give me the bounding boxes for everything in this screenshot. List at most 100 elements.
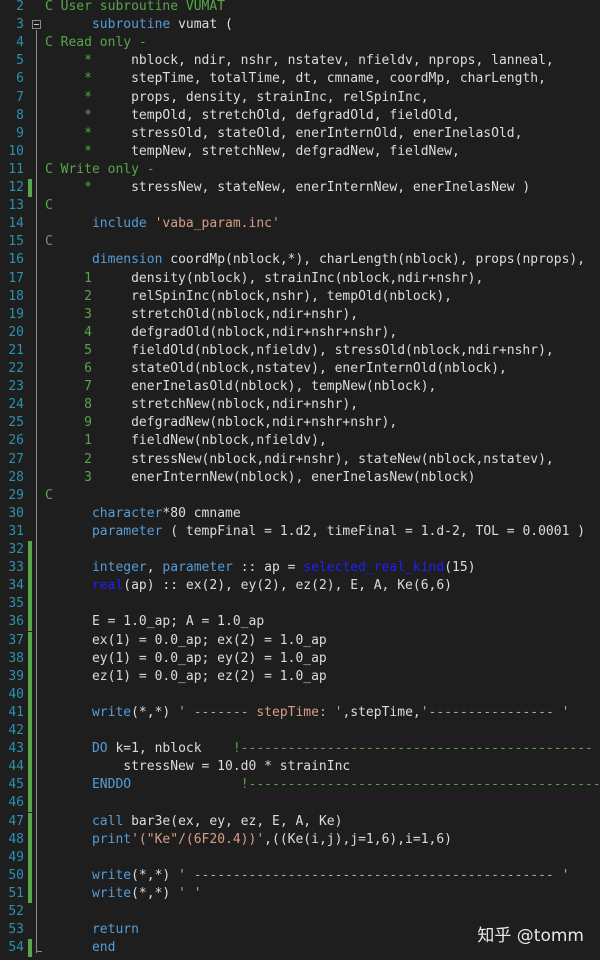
code-line[interactable]: 8 * tempOld, stretchOld, defgradOld, fie… bbox=[0, 107, 600, 125]
code-line[interactable]: 23 7 enerInelasOld(nblock), tempNew(nblo… bbox=[0, 378, 600, 396]
line-number: 4 bbox=[16, 35, 24, 51]
change-marker bbox=[28, 559, 32, 578]
line-number: 48 bbox=[8, 831, 24, 847]
line-number: 31 bbox=[8, 523, 24, 539]
line-number: 40 bbox=[8, 686, 24, 702]
code-line[interactable]: 29 C bbox=[0, 487, 600, 505]
code-line[interactable]: 51 write(*,*) ' ' bbox=[0, 884, 600, 903]
code-line[interactable]: 32 bbox=[0, 541, 600, 560]
code-line[interactable]: 27 2 stressNew(nblock,ndir+nshr), stateN… bbox=[0, 451, 600, 469]
change-marker bbox=[28, 541, 32, 560]
code-text: * stepTime, totalTime, dt, cmname, coord… bbox=[84, 71, 546, 87]
code-line[interactable]: 41 write(*,*) ' ------- stepTime: ',step… bbox=[0, 703, 600, 722]
change-marker bbox=[28, 884, 32, 903]
code-text: 8 stretchNew(nblock,ndir+nshr), bbox=[84, 397, 359, 413]
code-text: C Write only - bbox=[45, 161, 155, 177]
line-number: 12 bbox=[8, 180, 24, 195]
code-line[interactable]: 15 C bbox=[0, 233, 600, 251]
line-number: 52 bbox=[8, 904, 24, 919]
code-editor[interactable]: 2 C User subroutine VUMAT 3 subroutine vum… bbox=[0, 0, 600, 960]
line-number: 34 bbox=[8, 578, 24, 594]
code-line[interactable]: 5 * nblock, ndir, nshr, nstatev, nfieldv… bbox=[0, 52, 600, 70]
code-text: ez(1) = 0.0_ap; ez(2) = 1.0_ap bbox=[45, 668, 327, 684]
code-line[interactable]: 6 * stepTime, totalTime, dt, cmname, coo… bbox=[0, 70, 600, 88]
code-line[interactable]: 45 ENDDO !------------------------------… bbox=[0, 776, 600, 795]
code-line[interactable]: 34 real(ap) :: ex(2), ey(2), ez(2), E, A… bbox=[0, 577, 600, 596]
code-text: * stressOld, stateOld, enerInternOld, en… bbox=[84, 125, 523, 141]
line-number: 21 bbox=[8, 342, 24, 358]
code-line[interactable]: 36 E = 1.0_ap; A = 1.0_ap bbox=[0, 613, 600, 632]
code-line[interactable]: 2 C User subroutine VUMAT bbox=[0, 0, 600, 16]
line-number: 33 bbox=[8, 560, 24, 576]
fold-guide-line bbox=[36, 30, 37, 954]
code-text: 5 fieldOld(nblock,nfieldv), stressOld(nb… bbox=[84, 342, 554, 358]
code-text: 3 enerInternNew(nblock), enerInelasNew(n… bbox=[84, 469, 476, 485]
code-text: ex(1) = 0.0_ap; ex(2) = 1.0_ap bbox=[45, 632, 327, 648]
code-line[interactable]: 42 bbox=[0, 722, 600, 741]
code-line[interactable]: 11 C Write only - bbox=[0, 161, 600, 179]
code-line[interactable]: 35 bbox=[0, 595, 600, 614]
code-line[interactable]: 47 call bar3e(ex, ey, ez, E, A, Ke) bbox=[0, 812, 600, 831]
code-line[interactable]: 40 bbox=[0, 685, 600, 704]
code-line[interactable]: 13 C bbox=[0, 197, 600, 215]
code-text: write(*,*) ' ---------------------------… bbox=[91, 867, 570, 883]
code-text: stressNew = 10.d0 * strainInc bbox=[45, 759, 351, 775]
code-line[interactable]: 49 bbox=[0, 848, 600, 867]
change-marker bbox=[28, 685, 32, 704]
code-line[interactable]: 39 ez(1) = 0.0_ap; ez(2) = 1.0_ap bbox=[0, 667, 600, 686]
code-line[interactable]: 33 integer, parameter :: ap = selected_r… bbox=[0, 559, 600, 578]
line-number: 54 bbox=[8, 940, 24, 956]
code-text: 1 density(nblock), strainInc(nblock,ndir… bbox=[84, 270, 484, 286]
change-marker bbox=[28, 794, 32, 813]
code-line[interactable]: 25 9 defgradNew(nblock,ndir+nshr+nshr), bbox=[0, 414, 600, 432]
code-text: C bbox=[45, 198, 53, 214]
code-text: integer, parameter :: ap = selected_real… bbox=[91, 560, 476, 576]
change-marker bbox=[28, 812, 32, 831]
code-line[interactable]: 14 include 'vaba_param.inc' bbox=[0, 215, 600, 233]
line-number: 15 bbox=[8, 234, 24, 250]
code-text: C User subroutine VUMAT bbox=[45, 0, 226, 14]
line-number: 39 bbox=[8, 668, 24, 684]
code-line[interactable]: 26 1 fieldNew(nblock,nfieldv), bbox=[0, 432, 600, 450]
line-number: 26 bbox=[8, 433, 24, 449]
code-line[interactable]: 20 4 defgradOld(nblock,ndir+nshr+nshr), bbox=[0, 324, 600, 342]
code-line[interactable]: 44 stressNew = 10.d0 * strainInc bbox=[0, 758, 600, 777]
code-text: 6 stateOld(nblock,nstatev), enerInternOl… bbox=[84, 361, 507, 376]
code-line[interactable]: 12 * stressNew, stateNew, enerInternNew,… bbox=[0, 179, 600, 198]
code-line[interactable]: 18 2 relSpinInc(nblock,nshr), tempOld(nb… bbox=[0, 288, 600, 306]
code-line[interactable]: 3 subroutine vumat ( bbox=[0, 16, 600, 34]
line-number: 30 bbox=[8, 505, 24, 521]
code-line[interactable]: 30 character*80 cmname bbox=[0, 505, 600, 523]
change-marker bbox=[28, 179, 32, 198]
code-text: DO k=1, nblock !------------------------… bbox=[91, 741, 593, 757]
line-number: 23 bbox=[8, 379, 24, 395]
code-line[interactable]: 7 * props, density, strainInc, relSpinIn… bbox=[0, 89, 600, 107]
code-line[interactable]: 22 6 stateOld(nblock,nstatev), enerInter… bbox=[0, 360, 600, 378]
line-number: 17 bbox=[8, 270, 24, 286]
code-line[interactable]: 43 DO k=1, nblock !---------------------… bbox=[0, 740, 600, 759]
code-text: parameter ( tempFinal = 1.d2, timeFinal … bbox=[91, 523, 586, 539]
code-line[interactable]: 9 * stressOld, stateOld, enerInternOld, … bbox=[0, 125, 600, 143]
line-number: 50 bbox=[8, 867, 24, 883]
code-line[interactable]: 31 parameter ( tempFinal = 1.d2, timeFin… bbox=[0, 523, 600, 541]
code-line[interactable]: 52 bbox=[0, 903, 600, 921]
code-line[interactable]: 38 ey(1) = 0.0_ap; ey(2) = 1.0_ap bbox=[0, 649, 600, 668]
collapse-icon[interactable] bbox=[32, 20, 41, 30]
code-line[interactable]: 24 8 stretchNew(nblock,ndir+nshr), bbox=[0, 396, 600, 414]
code-line[interactable]: 4 C Read only - bbox=[0, 34, 600, 52]
line-number: 42 bbox=[8, 723, 24, 738]
line-number: 53 bbox=[8, 922, 24, 938]
code-line[interactable]: 50 write(*,*) ' ------------------------… bbox=[0, 866, 600, 885]
code-line[interactable]: 48 print'("Ke"/(6F20.4))',((Ke(i,j),j=1,… bbox=[0, 830, 600, 849]
line-number: 16 bbox=[8, 252, 24, 268]
code-line[interactable]: 19 3 stretchOld(nblock,ndir+nshr), bbox=[0, 306, 600, 324]
code-line[interactable]: 46 bbox=[0, 794, 600, 813]
code-line[interactable]: 37 ex(1) = 0.0_ap; ex(2) = 1.0_ap bbox=[0, 631, 600, 650]
code-line[interactable]: 28 3 enerInternNew(nblock), enerInelasNe… bbox=[0, 469, 600, 487]
change-marker bbox=[28, 577, 32, 596]
code-line[interactable]: 16 dimension coordMp(nblock,*), charLeng… bbox=[0, 251, 600, 269]
code-text: E = 1.0_ap; A = 1.0_ap bbox=[45, 614, 265, 630]
code-line[interactable]: 17 1 density(nblock), strainInc(nblock,n… bbox=[0, 270, 600, 288]
code-line[interactable]: 21 5 fieldOld(nblock,nfieldv), stressOld… bbox=[0, 342, 600, 360]
code-line[interactable]: 10 * tempNew, stretchNew, defgradNew, fi… bbox=[0, 143, 600, 161]
